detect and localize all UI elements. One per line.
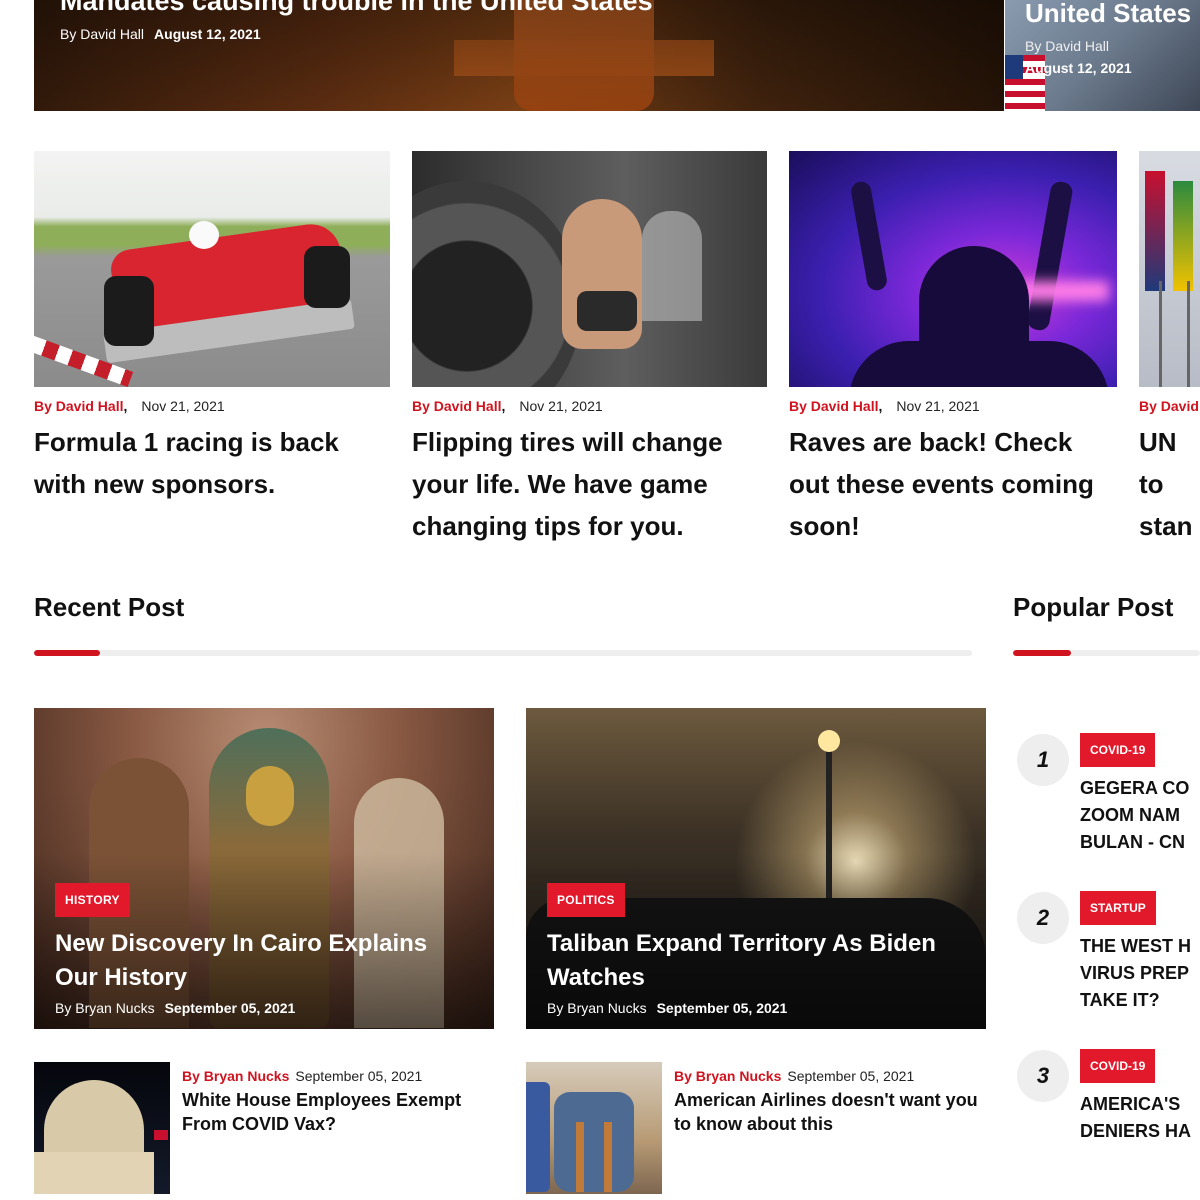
card-date: Nov 21, 2021	[896, 398, 980, 414]
card-author[interactable]: By David	[1139, 398, 1199, 414]
featured-post[interactable]: HISTORY New Discovery In Cairo Explains …	[34, 708, 494, 1029]
featured-post-meta: By Bryan Nucks September 05, 2021	[547, 1000, 787, 1016]
card-title[interactable]: UN to stan	[1139, 421, 1200, 547]
card-title[interactable]: Formula 1 racing is back with new sponso…	[34, 421, 390, 505]
hero-side-author[interactable]: By David Hall	[1025, 38, 1109, 54]
card-image-un[interactable]	[1139, 151, 1200, 387]
card-image-rave[interactable]	[789, 151, 1117, 387]
popular-rank: 3	[1017, 1050, 1069, 1102]
popular-post-heading: Popular Post	[1013, 592, 1174, 622]
card-author[interactable]: By David Hall	[412, 398, 501, 414]
card-image-tires[interactable]	[412, 151, 767, 387]
card-meta: By David Hall, Nov 21, 2021	[34, 398, 225, 414]
popular-rank: 1	[1017, 734, 1069, 786]
hero-side-title[interactable]: United States	[1025, 0, 1191, 29]
card-meta: By David	[1139, 398, 1200, 414]
category-tag[interactable]: STARTUP	[1080, 891, 1156, 925]
popular-post-title[interactable]: AMERICA'S DENIERS HA	[1080, 1091, 1200, 1145]
hero-main-meta: By David Hall August 12, 2021	[60, 26, 261, 42]
hero-main-date: August 12, 2021	[154, 26, 261, 42]
card-meta: By David Hall, Nov 21, 2021	[412, 398, 603, 414]
card-meta: By David Hall, Nov 21, 2021	[789, 398, 980, 414]
hero-main-author[interactable]: By David Hall	[60, 26, 144, 42]
recent-post-heading: Recent Post	[34, 592, 185, 622]
post-meta: By Bryan Nucks September 05, 2021	[674, 1068, 914, 1084]
featured-post-meta: By Bryan Nucks September 05, 2021	[55, 1000, 295, 1016]
featured-post-date: September 05, 2021	[656, 1000, 788, 1016]
post-title[interactable]: American Airlines doesn't want you to kn…	[674, 1088, 986, 1136]
category-tag[interactable]: COVID-19	[1080, 1049, 1156, 1083]
post-thumbnail[interactable]	[34, 1062, 170, 1194]
post-author[interactable]: By Bryan Nucks	[674, 1068, 781, 1084]
category-tag[interactable]: COVID-19	[1080, 733, 1156, 767]
hero-main-post[interactable]: Mandates causing trouble in the United S…	[34, 0, 1004, 111]
popular-post-title[interactable]: THE WEST H VIRUS PREP TAKE IT?	[1080, 933, 1200, 1014]
popular-rank: 2	[1017, 892, 1069, 944]
featured-post-author[interactable]: By Bryan Nucks	[547, 1000, 647, 1016]
popular-post-divider	[1013, 650, 1200, 656]
post-thumbnail[interactable]	[526, 1062, 662, 1194]
post-date: September 05, 2021	[295, 1068, 423, 1084]
post-title[interactable]: White House Employees Exempt From COVID …	[182, 1088, 494, 1136]
category-tag[interactable]: POLITICS	[547, 883, 625, 917]
category-tag[interactable]: HISTORY	[55, 883, 130, 917]
featured-post-title[interactable]: New Discovery In Cairo Explains Our Hist…	[55, 927, 475, 995]
featured-post-author[interactable]: By Bryan Nucks	[55, 1000, 155, 1016]
card-date: Nov 21, 2021	[519, 398, 603, 414]
card-author[interactable]: By David Hall	[789, 398, 878, 414]
post-date: September 05, 2021	[787, 1068, 915, 1084]
hero-side-date: August 12, 2021	[1025, 60, 1132, 76]
card-image-formula1[interactable]	[34, 151, 390, 387]
featured-post-title[interactable]: Taliban Expand Territory As Biden Watche…	[547, 927, 967, 995]
featured-post[interactable]: POLITICS Taliban Expand Territory As Bid…	[526, 708, 986, 1029]
card-title[interactable]: Flipping tires will change your life. We…	[412, 421, 767, 547]
hero-side-post[interactable]: United States By David Hall August 12, 2…	[1005, 0, 1200, 111]
popular-post-title[interactable]: GEGERA CO ZOOM NAM BULAN - CN	[1080, 775, 1200, 856]
recent-post-divider	[34, 650, 972, 656]
card-title[interactable]: Raves are back! Check out these events c…	[789, 421, 1119, 547]
featured-post-date: September 05, 2021	[164, 1000, 296, 1016]
post-meta: By Bryan Nucks September 05, 2021	[182, 1068, 422, 1084]
post-author[interactable]: By Bryan Nucks	[182, 1068, 289, 1084]
hero-main-title[interactable]: Mandates causing trouble in the United S…	[60, 0, 653, 17]
card-date: Nov 21, 2021	[141, 398, 225, 414]
card-author[interactable]: By David Hall	[34, 398, 123, 414]
